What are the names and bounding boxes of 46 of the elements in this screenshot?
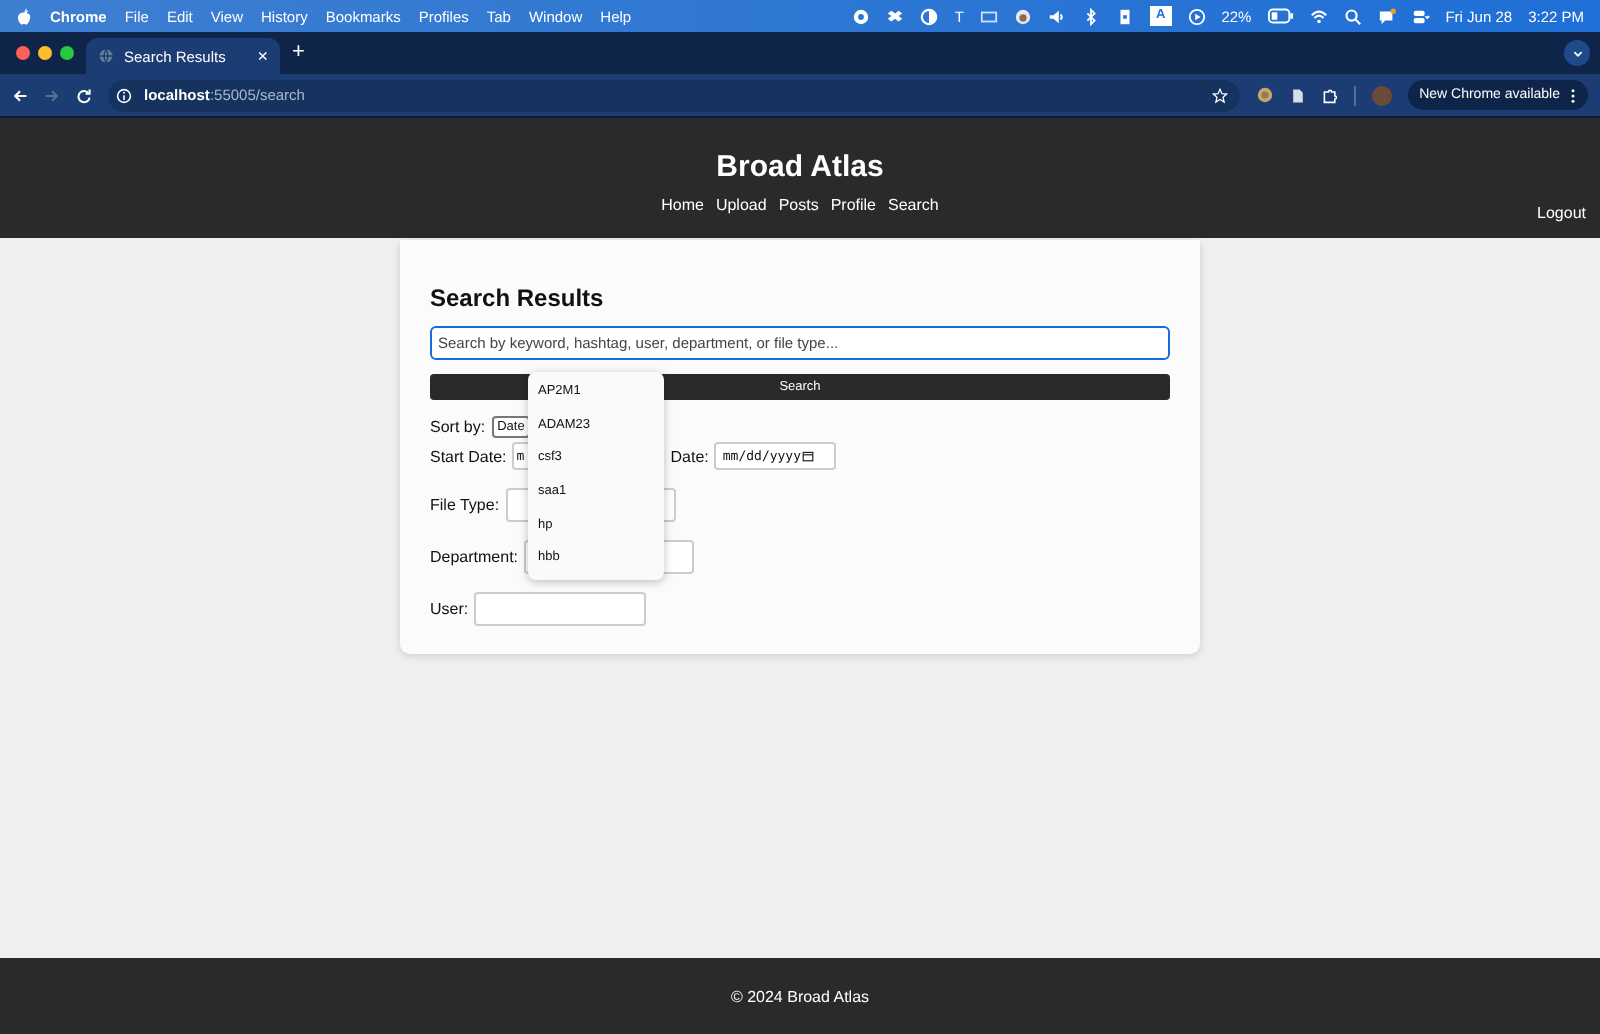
calendar-icon bbox=[801, 450, 814, 462]
field-label: Date: bbox=[670, 447, 709, 465]
gear-icon[interactable] bbox=[852, 7, 871, 25]
field-label: Department: bbox=[430, 548, 519, 566]
nav-link[interactable]: Profile bbox=[830, 196, 877, 214]
device-icon[interactable] bbox=[1115, 7, 1134, 25]
info-icon bbox=[116, 87, 132, 103]
battery-icon[interactable] bbox=[1267, 8, 1294, 24]
wifi-icon[interactable] bbox=[1309, 7, 1328, 25]
chevron-down-icon bbox=[1571, 47, 1583, 59]
nav-link[interactable]: Search bbox=[888, 196, 939, 214]
copyright-text: © 2024 Broad Atlas bbox=[730, 987, 870, 1005]
page-heading: Search Results bbox=[430, 284, 606, 312]
close-window-button[interactable] bbox=[16, 46, 30, 60]
document-icon[interactable] bbox=[1289, 87, 1306, 103]
puzzle-icon[interactable] bbox=[1321, 87, 1338, 103]
new-tab-button[interactable]: + bbox=[292, 42, 305, 64]
logout-link[interactable]: Logout bbox=[1537, 204, 1586, 222]
apple-icon[interactable] bbox=[16, 7, 32, 25]
half-circle-icon[interactable] bbox=[920, 7, 939, 25]
nav-link[interactable]: Home bbox=[661, 196, 704, 214]
field-label: File Type: bbox=[430, 496, 500, 514]
nav-link[interactable]: Posts bbox=[778, 196, 819, 214]
site-title: Broad Atlas bbox=[716, 150, 884, 186]
extension-icon[interactable] bbox=[1255, 86, 1274, 104]
tab-search-button[interactable] bbox=[1564, 40, 1590, 66]
kebab-icon bbox=[1570, 87, 1576, 103]
field-label: Sort by: bbox=[430, 418, 486, 436]
user-field[interactable] bbox=[474, 592, 647, 626]
globe-icon bbox=[98, 48, 114, 64]
close-tab-button[interactable]: × bbox=[257, 47, 268, 65]
back-arrow-icon[interactable] bbox=[12, 87, 28, 103]
notification-icon[interactable] bbox=[1377, 7, 1396, 25]
search-icon[interactable] bbox=[1343, 7, 1362, 25]
control-center-icon[interactable] bbox=[1411, 7, 1430, 25]
bluetooth-icon[interactable] bbox=[1081, 7, 1100, 25]
nav-link[interactable]: Upload bbox=[715, 196, 767, 214]
minimize-window-button[interactable] bbox=[38, 46, 52, 60]
reload-icon[interactable] bbox=[76, 87, 92, 103]
star-icon[interactable] bbox=[1211, 87, 1228, 103]
play-circle-icon[interactable] bbox=[1187, 7, 1206, 25]
field-label: Start Date: bbox=[430, 447, 507, 465]
field-label: User: bbox=[430, 600, 469, 618]
zoom-window-button[interactable] bbox=[60, 46, 74, 60]
window-icon[interactable] bbox=[979, 7, 998, 25]
speaker-icon[interactable] bbox=[1047, 7, 1066, 25]
